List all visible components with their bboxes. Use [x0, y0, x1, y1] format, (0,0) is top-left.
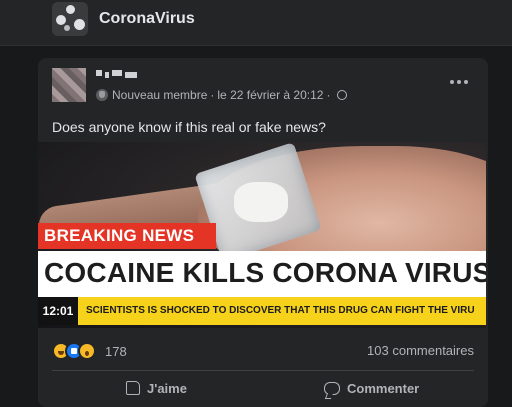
post-text: Does anyone know if this real or fake ne…: [52, 119, 326, 135]
reaction-count[interactable]: 178: [105, 344, 127, 359]
post-meta: Nouveau membre · le 22 février à 20:12 ·: [96, 88, 348, 102]
group-name[interactable]: CoronaVirus: [99, 10, 195, 28]
meta-separator: ·: [326, 88, 331, 102]
post-card: Nouveau membre · le 22 février à 20:12 ·…: [38, 58, 488, 407]
headline-text: COCAINE KILLS CORONA VIRUS: [44, 257, 486, 288]
thumbs-up-icon: [126, 381, 140, 395]
comment-label: Commenter: [347, 380, 420, 396]
wow-icon: [78, 342, 96, 360]
group-avatar[interactable]: [52, 2, 88, 36]
comments-count[interactable]: 103 commentaires: [367, 343, 474, 358]
news-ticker: 12:01 SCIENTISTS IS SHOCKED TO DISCOVER …: [38, 297, 486, 325]
reactions-summary[interactable]: 178: [52, 342, 127, 360]
author-name-redacted[interactable]: [96, 70, 137, 78]
comment-button[interactable]: Commenter: [324, 378, 419, 398]
more-options-icon[interactable]: [450, 80, 468, 84]
author-avatar[interactable]: [52, 68, 86, 102]
comment-bubble-icon: [324, 381, 340, 395]
powder-shape: [234, 182, 288, 222]
headline-bar: COCAINE KILLS CORONA VIRUS: [38, 251, 486, 297]
virus-icon: [56, 15, 66, 25]
ticker-text: SCIENTISTS IS SHOCKED TO DISCOVER THAT T…: [86, 305, 475, 316]
like-button[interactable]: J'aime: [126, 378, 187, 398]
virus-icon: [74, 19, 85, 30]
meta-separator: ·: [210, 88, 215, 102]
post-timestamp[interactable]: le 22 février à 20:12: [217, 88, 323, 102]
virus-icon: [66, 5, 75, 14]
globe-icon[interactable]: [337, 90, 348, 100]
author-badge[interactable]: Nouveau membre: [112, 88, 207, 102]
actions-divider: [52, 370, 474, 371]
new-member-badge-icon: [96, 89, 108, 101]
like-label: J'aime: [147, 380, 187, 396]
breaking-news-label: BREAKING NEWS: [38, 223, 216, 249]
post-image[interactable]: BREAKING NEWS COCAINE KILLS CORONA VIRUS…: [38, 142, 486, 328]
ticker-time: 12:01: [38, 297, 78, 325]
virus-icon: [64, 25, 70, 31]
group-header: CoronaVirus: [0, 0, 512, 46]
